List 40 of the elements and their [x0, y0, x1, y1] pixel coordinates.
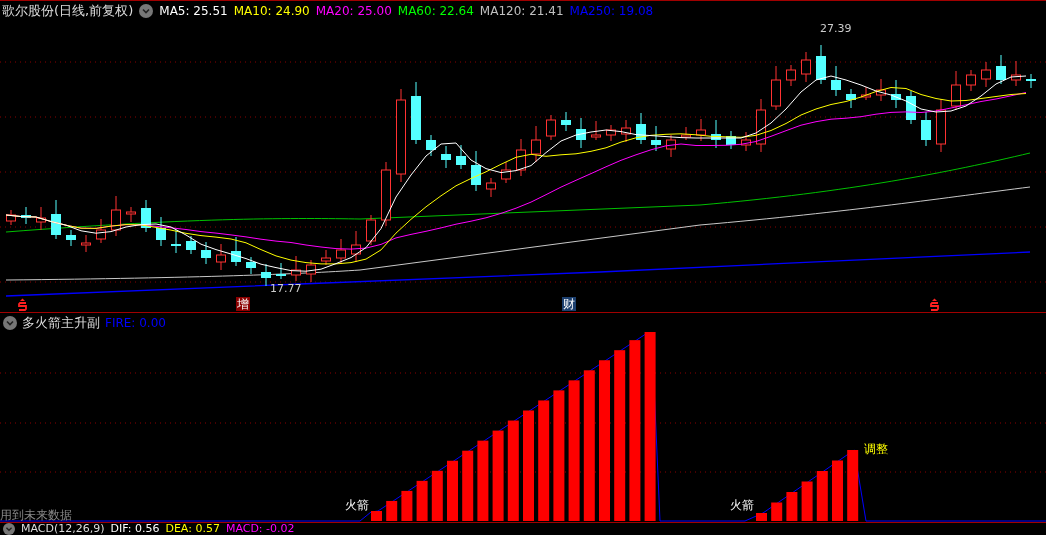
indicator-title: 多火箭主升副 — [22, 313, 100, 332]
high-price-label: 27.39 — [820, 21, 852, 35]
macd-readout: MACD: -0.02 — [225, 523, 295, 535]
dropdown-icon[interactable] — [3, 315, 17, 330]
ma-readout: MA120: 21.41 — [479, 4, 564, 19]
macd-title: MACD(12,26,9) — [21, 523, 105, 535]
histogram-bar — [816, 471, 828, 521]
ma-readout: MA5: 25.51 — [159, 4, 228, 19]
s-marker-icon[interactable] — [930, 297, 939, 311]
ma-readout: MA250: 19.08 — [569, 4, 654, 19]
histogram-bar — [847, 450, 859, 521]
low-price-label: 17.77 — [270, 281, 302, 295]
event-marker[interactable]: 财 — [562, 296, 576, 311]
event-marker[interactable]: 增 — [236, 296, 250, 311]
histogram-bar — [756, 513, 767, 521]
histogram-bar — [447, 460, 458, 521]
fire-readout: FIRE: 0.00 — [105, 315, 166, 330]
future-data-note: 用到未来数据 — [0, 507, 72, 524]
signal-label: 火箭 — [730, 498, 754, 512]
histogram-bar — [462, 450, 474, 521]
stock-title: 歌尔股份(日线,前复权) — [2, 2, 134, 21]
ma-readout: MA10: 24.90 — [233, 4, 310, 19]
ma-readout: MA20: 25.00 — [315, 4, 392, 19]
histogram-bar — [786, 492, 798, 521]
histogram-bar — [801, 481, 813, 521]
dropdown-icon[interactable] — [3, 523, 15, 535]
histogram-bar — [386, 500, 398, 521]
histogram-bar — [416, 480, 428, 521]
histogram-bar — [771, 502, 783, 521]
histogram-bar — [431, 470, 443, 521]
histogram-bar — [401, 490, 413, 521]
s-marker-icon[interactable] — [18, 297, 27, 311]
ma-readout: MA60: 22.64 — [397, 4, 474, 19]
macd-readout: DEA: 0.57 — [165, 523, 220, 535]
signal-label: 火箭 — [345, 498, 369, 512]
dropdown-icon[interactable] — [139, 4, 154, 19]
histogram-bar — [832, 460, 843, 521]
histogram-bar — [371, 511, 382, 521]
macd-readout: DIF: 0.56 — [110, 523, 160, 535]
signal-label: 调整 — [864, 442, 888, 456]
